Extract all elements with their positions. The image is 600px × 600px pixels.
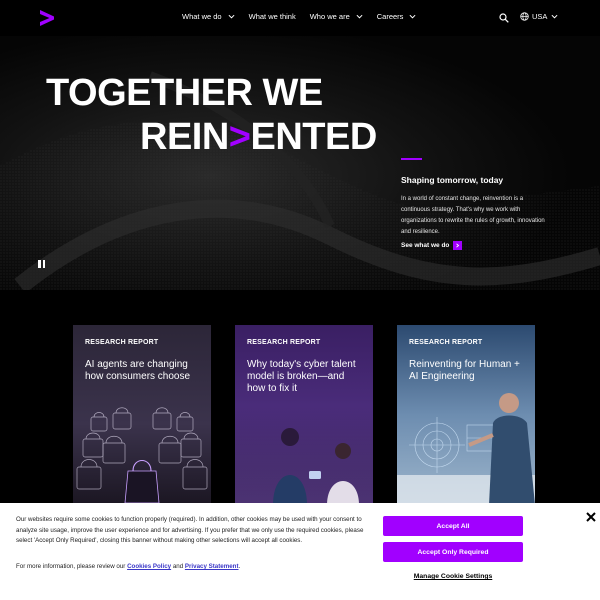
card-image (397, 393, 535, 505)
hero-title-part: ENTED (250, 116, 378, 158)
accept-all-button[interactable]: Accept All (383, 516, 523, 536)
chevron-down-icon (356, 14, 363, 19)
hero-title-line1: TOGETHER WE (46, 72, 323, 114)
globe-icon (520, 12, 529, 21)
accept-only-required-button[interactable]: Accept Only Required (383, 542, 523, 562)
search-icon[interactable] (499, 13, 509, 23)
accent-arrow-glyph: > (228, 116, 251, 158)
research-card[interactable]: RESEARCH REPORT Why today's cyber talent… (235, 325, 373, 505)
chevron-down-icon (409, 14, 416, 19)
nav-what-we-do[interactable]: What we do (182, 12, 235, 21)
accenture-logo-icon[interactable] (38, 10, 56, 26)
cookie-text: Our websites require some cookies to fun… (16, 516, 364, 544)
see-what-we-do-link[interactable]: See what we do (401, 241, 463, 250)
research-card[interactable]: RESEARCH REPORT Reinventing for Human + … (397, 325, 535, 505)
research-card[interactable]: RESEARCH REPORT AI agents are changing h… (73, 325, 211, 505)
locale-selector[interactable]: USA (520, 12, 558, 21)
hero-subtitle: Shaping tomorrow, today (401, 175, 504, 185)
nav-who-we-are[interactable]: Who we are (310, 12, 363, 21)
cookie-more-prefix: For more information, please review our (16, 563, 128, 570)
nav-label: Who we are (309, 12, 350, 21)
nav-what-we-think[interactable]: What we think (249, 12, 296, 21)
chevron-down-icon (228, 14, 235, 19)
hero-title: TOGETHER WE REIN>ENTED (46, 71, 377, 159)
manage-cookie-settings-link[interactable]: Manage Cookie Settings (383, 573, 523, 580)
nav-careers[interactable]: Careers (377, 12, 417, 21)
card-tag: RESEARCH REPORT (85, 339, 159, 346)
hero-section: TOGETHER WE REIN>ENTED Shaping tomorrow,… (0, 36, 600, 290)
main-nav: What we do What we think Who we are Care… (182, 12, 430, 21)
card-title: Why today's cyber talent model is broken… (247, 359, 356, 394)
hero-title-line2: REIN>ENTED (140, 115, 377, 159)
card-tag: RESEARCH REPORT (409, 339, 483, 346)
cookie-more-period: . (238, 563, 241, 570)
cta-label: See what we do (401, 242, 450, 249)
close-icon[interactable] (585, 511, 597, 523)
card-title: AI agents are changing how consumers cho… (85, 359, 191, 382)
hero-title-part: REIN (140, 116, 229, 158)
cookies-policy-link[interactable]: Cookies Policy (127, 563, 171, 570)
nav-label: Careers (376, 12, 404, 21)
card-image (76, 407, 208, 504)
arrow-right-icon (453, 241, 463, 250)
locale-label: USA (532, 12, 548, 21)
cookie-banner: Our websites require some cookies to fun… (0, 503, 600, 600)
privacy-statement-link[interactable]: Privacy Statement (185, 563, 239, 570)
nav-label: What we do (182, 12, 222, 21)
cookie-more-info: For more information, please review our … (16, 563, 240, 570)
accent-rule (401, 158, 422, 160)
nav-label: What we think (248, 12, 296, 21)
pause-icon[interactable] (38, 260, 45, 268)
site-header: What we do What we think Who we are Care… (0, 0, 600, 36)
chevron-down-icon (551, 14, 558, 19)
cookie-more-and: and (171, 563, 185, 570)
card-tag: RESEARCH REPORT (247, 339, 321, 346)
card-title: Reinventing for Human + AI Engineering (409, 359, 520, 382)
card-image (235, 405, 373, 505)
hero-body: In a world of constant change, reinventi… (401, 196, 545, 235)
